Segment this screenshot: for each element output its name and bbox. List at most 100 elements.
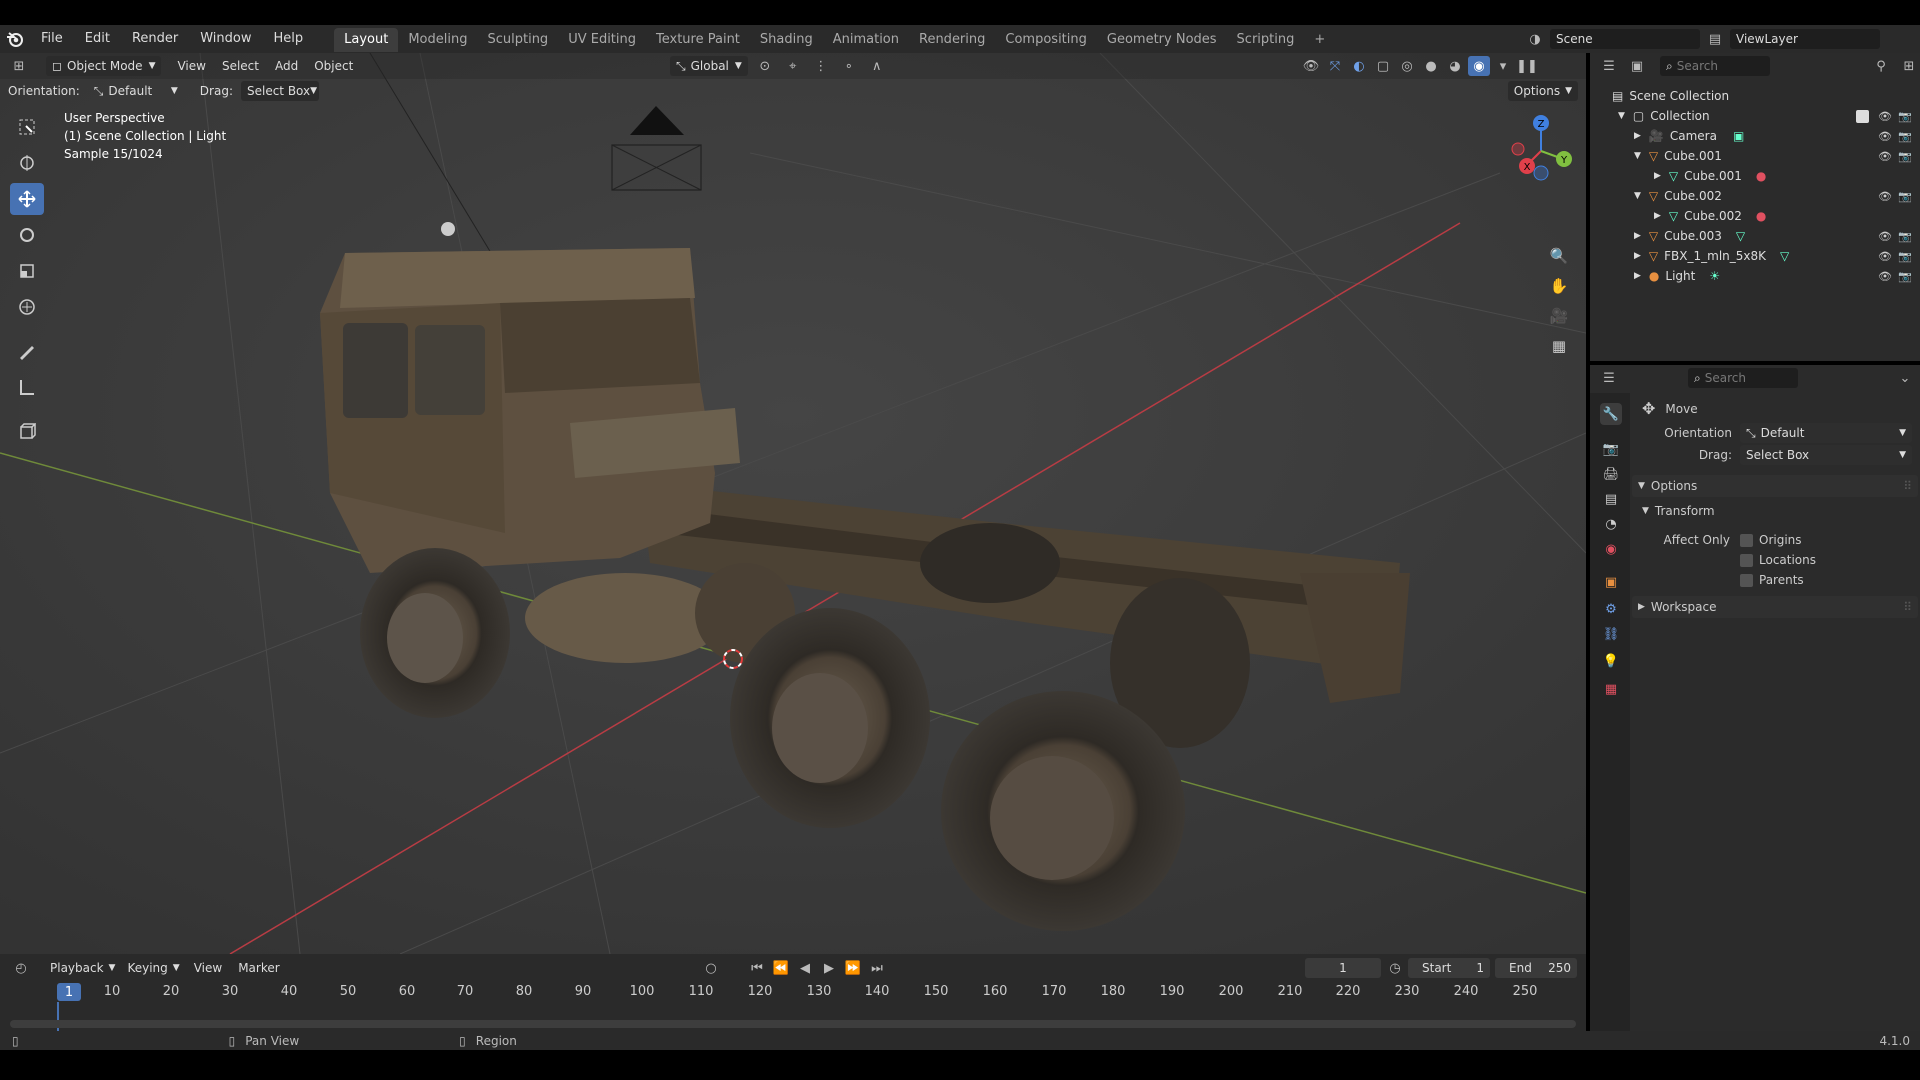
overlays-icon[interactable]: ◐ <box>1348 56 1370 76</box>
axis-gizmo[interactable]: Z X Y <box>1496 103 1586 223</box>
scene-tab-icon[interactable]: ◔ <box>1600 513 1622 535</box>
menu-object[interactable]: Object <box>306 55 361 77</box>
drag-handle-icon[interactable]: ⠿ <box>1903 600 1912 614</box>
falloff-icon[interactable]: ∧ <box>866 56 888 76</box>
options-dropdown[interactable]: Options ▼ <box>1507 81 1578 101</box>
solid-shading-icon[interactable]: ● <box>1420 56 1442 76</box>
scale-tool[interactable] <box>10 255 44 287</box>
world-tab-icon[interactable]: ◉ <box>1600 538 1622 560</box>
data-tab-icon[interactable]: 💡 <box>1600 650 1622 672</box>
render-tab-icon[interactable]: 📷 <box>1600 438 1622 460</box>
filter-icon[interactable]: ⚲ <box>1870 56 1892 76</box>
display-mode-icon[interactable]: ▣ <box>1626 56 1648 76</box>
drag-handle-icon[interactable]: ⠿ <box>1903 479 1912 493</box>
properties-search-input[interactable]: ⌕ Search <box>1688 368 1798 388</box>
locations-checkbox[interactable] <box>1740 553 1753 567</box>
timeline-view-menu[interactable]: View <box>186 957 230 979</box>
light-object[interactable] <box>441 222 455 236</box>
eye-icon[interactable]: 👁 <box>1878 130 1892 143</box>
eye-icon[interactable]: 👁 <box>1878 270 1892 283</box>
camera-render-icon[interactable]: 📷 <box>1898 130 1912 143</box>
outliner-collection[interactable]: ▼ ▢ Collection 👁 📷 <box>1590 106 1920 126</box>
view-layer-icon[interactable]: ▤ <box>1704 29 1726 49</box>
next-keyframe-icon[interactable]: ⏩ <box>842 958 864 978</box>
add-cube-tool[interactable] <box>10 415 44 447</box>
tab-texture-paint[interactable]: Texture Paint <box>646 28 750 52</box>
props-drag-dropdown[interactable]: Select Box ▼ <box>1740 445 1912 465</box>
camera-render-icon[interactable]: 📷 <box>1898 150 1912 163</box>
pivot-point-icon[interactable]: ⊙ <box>754 56 776 76</box>
transform-subpanel-header[interactable]: ▼ Transform <box>1642 500 1912 522</box>
drag-dropdown[interactable]: Select Box ▼ <box>240 81 319 101</box>
camera-render-icon[interactable]: 📷 <box>1898 270 1912 283</box>
snap-target-icon[interactable]: ⋮ <box>810 56 832 76</box>
rotate-tool[interactable] <box>10 219 44 251</box>
3d-viewport[interactable]: ⊞ ◻ Object Mode ▼ View Select Add Object… <box>0 53 1586 954</box>
eye-icon[interactable]: 👁 <box>1878 250 1892 263</box>
output-tab-icon[interactable]: 🖨 <box>1600 463 1622 485</box>
proportional-edit-icon[interactable]: ∘ <box>838 56 860 76</box>
eye-icon[interactable]: 👁 <box>1878 230 1892 243</box>
camera-render-icon[interactable]: 📷 <box>1898 190 1912 203</box>
tab-compositing[interactable]: Compositing <box>995 28 1097 52</box>
visibility-icon[interactable]: 👁 <box>1300 56 1322 76</box>
marker-menu[interactable]: Marker <box>230 957 287 979</box>
camera-render-icon[interactable]: 📷 <box>1898 230 1912 243</box>
tab-modeling[interactable]: Modeling <box>398 28 477 52</box>
menu-select[interactable]: Select <box>214 55 267 77</box>
collection-checkbox[interactable] <box>1856 109 1869 123</box>
start-frame-field[interactable]: Start 1 <box>1408 958 1490 978</box>
zoom-icon[interactable]: 🔍 <box>1546 243 1572 269</box>
pan-hand-icon[interactable]: ✋ <box>1546 273 1572 299</box>
cursor-tool[interactable] <box>10 147 44 179</box>
measure-tool[interactable] <box>10 371 44 403</box>
playhead[interactable]: 1 <box>57 983 81 1001</box>
timeline-scrollbar[interactable] <box>10 1020 1576 1028</box>
menu-help[interactable]: Help <box>263 25 315 53</box>
modifiers-tab-icon[interactable]: ⚙ <box>1600 598 1622 620</box>
new-collection-icon[interactable]: ⊞ <box>1898 56 1920 76</box>
texture-tab-icon[interactable]: ▦ <box>1600 678 1622 700</box>
camera-render-icon[interactable]: 📷 <box>1898 250 1912 263</box>
frame-ruler[interactable]: 10 20 30 40 50 60 70 80 90 100 110 120 1… <box>0 982 1586 1002</box>
outliner-search-input[interactable]: ⌕ Search <box>1660 56 1770 76</box>
shading-options-icon[interactable]: ▾ <box>1492 56 1514 76</box>
scene-field[interactable]: Scene <box>1550 29 1700 49</box>
object-tab-icon[interactable]: ▣ <box>1600 571 1622 593</box>
clock-editor-icon[interactable]: ◴ <box>10 958 32 978</box>
tab-shading[interactable]: Shading <box>750 28 823 52</box>
outliner-editor-icon[interactable]: ☰ <box>1598 56 1620 76</box>
rendered-shading-icon[interactable]: ◉ <box>1468 56 1490 76</box>
editor-type-icon[interactable]: ⊞ <box>8 56 30 76</box>
menu-file[interactable]: File <box>30 25 74 53</box>
options-panel-header[interactable]: ▼ Options ⠿ <box>1632 475 1918 497</box>
current-frame-field[interactable]: 1 <box>1305 958 1381 978</box>
outliner-item-fbx[interactable]: ▶ ▽ FBX_1_mln_5x8K ▽ 👁 📷 <box>1590 246 1920 266</box>
play-icon[interactable]: ▶ <box>818 958 840 978</box>
playback-menu[interactable]: Playback ▼ <box>44 958 121 978</box>
move-tool[interactable] <box>10 183 44 215</box>
snap-icon[interactable]: ⌖ <box>782 56 804 76</box>
transform-orientation-dropdown[interactable]: ⤡ Global ▼ <box>670 56 748 76</box>
tab-scripting[interactable]: Scripting <box>1227 28 1305 52</box>
origins-checkbox[interactable] <box>1740 533 1753 547</box>
gizmo-toggle-icon[interactable]: ⤧ <box>1324 56 1346 76</box>
tab-animation[interactable]: Animation <box>823 28 909 52</box>
pause-render-icon[interactable]: ❚❚ <box>1516 56 1538 76</box>
camera-view-icon[interactable]: 🎥 <box>1546 303 1572 329</box>
tab-uv-editing[interactable]: UV Editing <box>558 28 646 52</box>
tab-rendering[interactable]: Rendering <box>909 28 995 52</box>
view-layer-field[interactable]: ViewLayer <box>1730 29 1880 49</box>
preview-range-icon[interactable]: ◷ <box>1384 958 1406 978</box>
menu-view[interactable]: View <box>169 55 213 77</box>
menu-window[interactable]: Window <box>189 25 262 53</box>
chevron-down-icon[interactable]: ⌄ <box>1894 368 1916 388</box>
scene-selector-icon[interactable]: ◑ <box>1524 29 1546 49</box>
select-box-tool[interactable] <box>10 111 44 143</box>
end-frame-field[interactable]: End 250 <box>1495 958 1577 978</box>
props-orientation-dropdown[interactable]: ⤡ Default ▼ <box>1740 423 1912 443</box>
outliner-item-cube-002[interactable]: ▼ ▽ Cube.002 👁 📷 <box>1590 186 1920 206</box>
material-shading-icon[interactable]: ◕ <box>1444 56 1466 76</box>
outliner-item-cube-002-mesh[interactable]: ▶ ▽ Cube.002 ● <box>1590 206 1920 226</box>
annotate-tool[interactable] <box>10 335 44 367</box>
